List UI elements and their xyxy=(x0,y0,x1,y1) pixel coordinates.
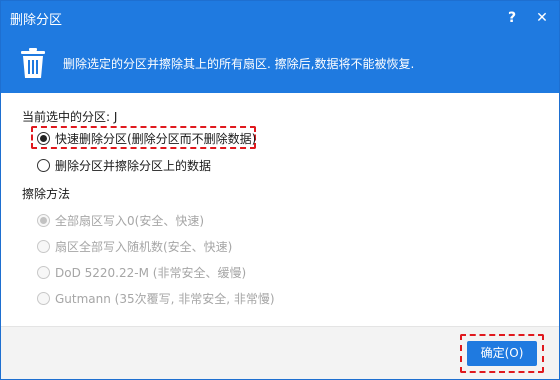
quick-delete-radio[interactable] xyxy=(37,131,50,145)
trash-icon xyxy=(21,48,45,78)
wipe-method-radio[interactable] xyxy=(37,291,50,305)
wipe-method-radio[interactable] xyxy=(37,239,50,253)
ok-button[interactable]: 确定(O) xyxy=(467,341,537,366)
wipe-method-label: 扇区全部写入随机数(安全、快速) xyxy=(55,239,233,254)
wipe-method-label: DoD 5220.22-M (非常安全、缓慢) xyxy=(55,265,247,280)
wipe-method-radio[interactable] xyxy=(37,265,50,279)
delete-partition-dialog: 删除分区 ? ✕ 删除选定的分区并擦除其上的所有扇区. 擦除后,数据将不能被恢复… xyxy=(0,0,560,380)
help-button[interactable]: ? xyxy=(499,5,525,31)
current-partition-label: 当前选中的分区: J xyxy=(22,110,118,124)
wipe-method-radio[interactable] xyxy=(37,213,50,227)
info-banner: 删除选定的分区并擦除其上的所有扇区. 擦除后,数据将不能被恢复. xyxy=(1,35,559,93)
wipe-method-option[interactable]: Gutmann (35次覆写, 非常安全, 非常慢) xyxy=(37,288,275,308)
delete-and-wipe-radio[interactable] xyxy=(37,158,50,172)
delete-and-wipe-label: 删除分区并擦除分区上的数据 xyxy=(55,158,212,173)
wipe-method-label: 全部扇区写入0(安全、快速) xyxy=(55,213,204,228)
banner-text: 删除选定的分区并擦除其上的所有扇区. 擦除后,数据将不能被恢复. xyxy=(63,57,415,71)
wipe-method-option[interactable]: 全部扇区写入0(安全、快速) xyxy=(37,210,204,230)
wipe-method-heading: 擦除方法 xyxy=(22,187,71,201)
wipe-method-label: Gutmann (35次覆写, 非常安全, 非常慢) xyxy=(55,291,275,306)
wipe-method-option[interactable]: DoD 5220.22-M (非常安全、缓慢) xyxy=(37,262,246,282)
close-button[interactable]: ✕ xyxy=(529,5,555,31)
title-bar[interactable]: 删除分区 ? ✕ xyxy=(1,1,559,35)
window-title: 删除分区 xyxy=(10,13,63,28)
wipe-method-option[interactable]: 扇区全部写入随机数(安全、快速) xyxy=(37,236,232,256)
delete-and-wipe-option[interactable]: 删除分区并擦除分区上的数据 xyxy=(37,155,211,175)
quick-delete-label: 快速删除分区(删除分区而不删除数据) xyxy=(55,131,257,146)
quick-delete-option[interactable]: 快速删除分区(删除分区而不删除数据) xyxy=(37,128,256,148)
